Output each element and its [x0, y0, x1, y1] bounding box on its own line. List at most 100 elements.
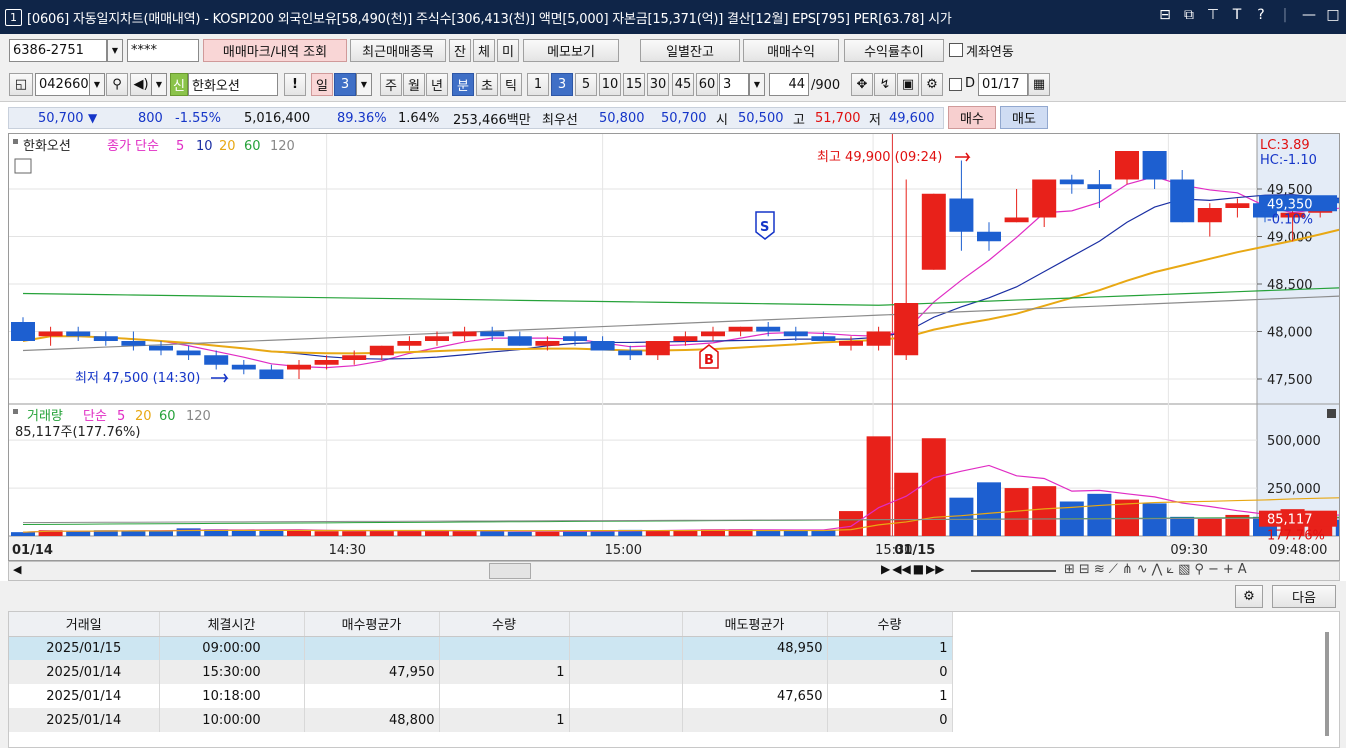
candle[interactable] [480, 331, 505, 337]
candle[interactable] [1225, 203, 1250, 208]
volume-bar[interactable] [259, 530, 284, 536]
zoom-in-icon[interactable]: + [1223, 562, 1234, 577]
column-header[interactable] [569, 612, 683, 637]
executed-button[interactable]: 체 [473, 39, 495, 62]
interval-5-button[interactable]: 5 [575, 73, 597, 96]
volume-bar[interactable] [535, 531, 560, 536]
table-scrollbar[interactable] [1325, 632, 1329, 736]
ruler-icon[interactable]: ⟀ [1166, 562, 1174, 577]
layout-toggle-icon[interactable]: ◱ [9, 73, 33, 96]
interval-45-button[interactable]: 45 [672, 73, 694, 96]
volume-bar[interactable] [1170, 516, 1195, 536]
candle[interactable] [645, 341, 670, 356]
forward-icon[interactable]: ▶▶ [926, 562, 944, 576]
candle[interactable] [949, 198, 974, 232]
candle[interactable] [1115, 151, 1139, 180]
volume-bar[interactable] [287, 530, 311, 536]
interval-dropdown[interactable]: ▼ [749, 73, 765, 96]
candle[interactable] [728, 326, 753, 332]
indicator-icon[interactable]: ↯ [874, 73, 896, 96]
alert-button[interactable]: ! [284, 73, 306, 96]
volume-bar[interactable] [342, 531, 367, 536]
date-input[interactable]: 01/17 [978, 73, 1028, 96]
column-header[interactable]: 매수평균가 [304, 612, 440, 637]
grid-icon[interactable]: ⊞ [1064, 562, 1075, 577]
volume-bar[interactable] [452, 531, 477, 536]
volume-bar[interactable] [949, 497, 974, 536]
column-header[interactable]: 거래일 [9, 612, 160, 637]
candle[interactable] [231, 364, 256, 370]
pin-icon[interactable]: ⊤ [1203, 7, 1223, 23]
volume-bar[interactable] [507, 531, 532, 536]
volume-bar[interactable] [425, 530, 449, 536]
candle[interactable] [314, 360, 339, 365]
candle[interactable] [1032, 179, 1057, 218]
interval-1-button[interactable]: 1 [527, 73, 549, 96]
volume-bar[interactable] [977, 482, 1001, 536]
candle[interactable] [977, 231, 1001, 242]
candle[interactable] [756, 326, 781, 332]
volume-bar[interactable] [1142, 503, 1167, 536]
overlay-icon[interactable]: ≋ [1094, 562, 1105, 577]
rewind-icon[interactable]: ◀◀ [892, 562, 910, 576]
date-checkbox[interactable] [949, 78, 962, 91]
memo-button[interactable]: 메모보기 [523, 39, 619, 62]
period-tick-button[interactable]: 틱 [500, 73, 522, 96]
zoom-icon[interactable]: ⚲ [1194, 562, 1204, 577]
candle[interactable] [369, 345, 394, 356]
search-icon[interactable]: ⚲ [106, 73, 128, 96]
candle[interactable] [535, 341, 560, 346]
column-header[interactable]: 수량 [827, 612, 953, 637]
interval-3-button[interactable]: 3 [551, 73, 573, 96]
count-input[interactable]: 44 [769, 73, 809, 96]
column-header[interactable]: 수량 [439, 612, 570, 637]
gear-icon[interactable]: ⚙ [921, 73, 943, 96]
volume-bar[interactable] [1087, 493, 1112, 536]
candle[interactable] [563, 336, 587, 341]
fib-icon[interactable]: ⋔ [1122, 562, 1133, 577]
volume-bar[interactable] [176, 528, 201, 536]
volume-bar[interactable] [66, 531, 91, 536]
candle[interactable] [1170, 179, 1195, 223]
volume-bar[interactable] [1115, 499, 1139, 536]
candle[interactable] [149, 345, 173, 351]
trendline-icon[interactable]: ⟋ [1109, 562, 1118, 577]
window-icon[interactable]: ⧉ [1179, 7, 1199, 23]
wave-icon[interactable]: ∿ [1137, 562, 1148, 577]
candle[interactable] [121, 341, 146, 346]
sell-button[interactable]: 매도 [1000, 106, 1048, 129]
gear-icon[interactable]: ⚙ [1235, 585, 1263, 608]
help-icon[interactable]: ? [1251, 7, 1271, 23]
minimize-button[interactable]: — [1299, 7, 1319, 23]
candle[interactable] [176, 350, 201, 356]
candle[interactable] [1087, 184, 1112, 189]
account-link-checkbox[interactable] [949, 43, 963, 57]
font-icon[interactable]: T [1227, 7, 1247, 23]
period-dropdown[interactable]: ▼ [356, 73, 372, 96]
crosshair-icon[interactable]: ✥ [851, 73, 873, 96]
candle[interactable] [287, 364, 311, 370]
candle[interactable] [839, 341, 863, 346]
scroll-thumb[interactable] [489, 563, 531, 579]
candle[interactable] [921, 193, 946, 270]
daily-balance-button[interactable]: 일별잔고 [640, 39, 740, 62]
table-row[interactable]: 2025/01/14 10:00:00 48,800 1 0 [9, 708, 953, 732]
column-header[interactable]: 체결시간 [159, 612, 305, 637]
candle[interactable] [673, 336, 698, 341]
period-number[interactable]: 3 [334, 73, 356, 96]
save-icon[interactable]: ▣ [897, 73, 919, 96]
candle[interactable] [93, 336, 118, 341]
candle[interactable] [204, 355, 229, 365]
next-button[interactable]: 다음 [1272, 585, 1336, 608]
period-year-button[interactable]: 년 [426, 73, 448, 96]
volume-bar[interactable] [149, 531, 173, 536]
table-row[interactable]: 2025/01/14 10:18:00 47,650 1 [9, 684, 953, 708]
chart-scrollbar[interactable]: ◀ ▶ ◀◀ ■ ▶▶ ⊞ ⊟ ≋ ⟋ ⋔ ∿ ⋀ ⟀ ▧ ⚲ − + A [8, 561, 1340, 581]
volume-bar[interactable] [397, 530, 422, 536]
period-day-button[interactable]: 일 [311, 73, 333, 96]
interval-60-button[interactable]: 60 [696, 73, 718, 96]
speed-slider[interactable] [971, 570, 1056, 572]
candle[interactable] [1142, 151, 1167, 180]
speaker-dropdown[interactable]: ▼ [151, 73, 167, 96]
volume-bar[interactable] [11, 532, 35, 536]
